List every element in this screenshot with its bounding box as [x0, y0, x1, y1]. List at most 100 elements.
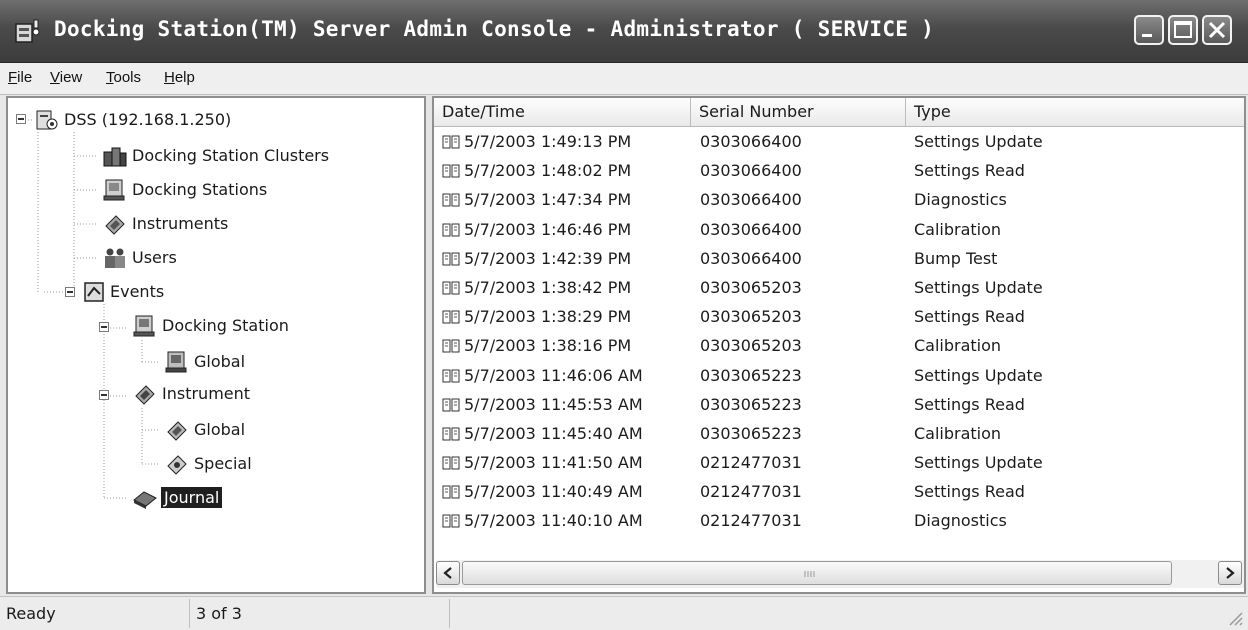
journal-book-icon: [442, 223, 460, 237]
scroll-right-button[interactable]: [1218, 561, 1242, 585]
journal-book-icon: [442, 193, 460, 207]
cell-type: Settings Update: [914, 277, 1043, 297]
server-icon: [36, 110, 58, 130]
minimize-icon: [1142, 34, 1152, 37]
journal-list[interactable]: Date/Time Serial Number Type 5/7/2003 1:…: [432, 96, 1246, 594]
table-row[interactable]: 5/7/2003 1:47:34 PM 0303066400 Diagnostics: [434, 186, 1244, 215]
tree-node-clusters[interactable]: Docking Station Clusters: [132, 146, 329, 165]
menu-tools[interactable]: Tools: [106, 69, 141, 86]
table-row[interactable]: 5/7/2003 11:45:40 AM 0303065223 Calibratio…: [434, 420, 1244, 449]
journal-book-icon: [442, 456, 460, 470]
tree-node-users[interactable]: Users: [132, 248, 177, 267]
app-window: Docking Station(TM) Server Admin Console…: [0, 0, 1248, 630]
cell-type: Settings Update: [914, 365, 1043, 385]
cell-datetime: 5/7/2003 1:38:42 PM: [464, 277, 632, 297]
menu-bar: File View Tools Help: [0, 63, 1248, 95]
cell-datetime: 5/7/2003 11:45:53 AM: [464, 394, 643, 414]
tree-node-docking-station[interactable]: Docking Station: [162, 316, 289, 335]
journal-book-icon: [442, 427, 460, 441]
cell-datetime: 5/7/2003 11:40:10 AM: [464, 511, 643, 531]
journal-book-icon: [442, 485, 460, 499]
cell-serial-number: 0303065203: [700, 277, 802, 297]
instrument-collapse-toggle[interactable]: [99, 390, 109, 400]
list-rows: 5/7/2003 1:49:13 PM 0303066400 Settings Up…: [434, 128, 1244, 537]
events-icon: [84, 282, 104, 302]
table-row[interactable]: 5/7/2003 1:46:46 PM 0303066400 Calibration: [434, 216, 1244, 245]
tree-node-root[interactable]: DSS (192.168.1.250): [64, 110, 231, 129]
cell-datetime: 5/7/2003 1:49:13 PM: [464, 132, 632, 151]
table-row[interactable]: 5/7/2003 1:42:39 PM 0303066400 Bump Test: [434, 245, 1244, 274]
table-row[interactable]: 5/7/2003 1:38:29 PM 0303065203 Settings Re…: [434, 303, 1244, 332]
close-button[interactable]: [1202, 15, 1232, 45]
journal-book-icon: [442, 252, 460, 266]
tree-node-instrument[interactable]: Instrument: [162, 384, 250, 403]
cell-serial-number: 0303066400: [700, 132, 802, 151]
cell-type: Settings Update: [914, 132, 1043, 151]
journal-book-icon: [442, 135, 460, 149]
cell-type: Calibration: [914, 423, 1002, 443]
special-icon: [167, 455, 187, 475]
minimize-button[interactable]: [1134, 15, 1164, 45]
cell-serial-number: 0212477031: [700, 511, 802, 531]
tree-node-inst-global[interactable]: Global: [194, 420, 245, 439]
tree-connector-lines: [22, 119, 160, 499]
cell-type: Settings Read: [914, 307, 1025, 327]
instrument-global-icon: [167, 421, 187, 441]
column-header-serial[interactable]: Serial Number: [691, 98, 906, 126]
menu-file[interactable]: File: [8, 69, 32, 86]
tree-node-events[interactable]: Events: [110, 282, 164, 301]
column-header-type[interactable]: Type: [906, 98, 1244, 126]
journal-book-icon: [442, 281, 460, 295]
table-row[interactable]: 5/7/2003 11:40:49 AM 0212477031 Settings R…: [434, 478, 1244, 507]
close-icon: [1208, 21, 1226, 39]
column-header-row: Date/Time Serial Number Type: [434, 98, 1244, 127]
cell-type: Calibration: [914, 219, 1002, 239]
tree-node-ds-global[interactable]: Global: [194, 352, 245, 371]
menu-view[interactable]: View: [50, 69, 82, 86]
cell-serial-number: 0212477031: [700, 482, 802, 502]
events-collapse-toggle[interactable]: [65, 287, 75, 297]
scroll-left-button[interactable]: [436, 561, 460, 585]
cell-serial-number: 0212477031: [700, 453, 802, 473]
grip-icon: [804, 571, 815, 577]
instrument-icon: [135, 385, 155, 405]
journal-book-icon: [442, 339, 460, 353]
scroll-thumb[interactable]: [462, 561, 1172, 585]
table-row[interactable]: 5/7/2003 11:45:53 AM 0303065223 Settings R…: [434, 391, 1244, 420]
journal-book-icon: [442, 310, 460, 324]
cell-type: Settings Update: [914, 453, 1043, 473]
clusters-icon: [103, 147, 127, 167]
table-row[interactable]: 5/7/2003 11:46:06 AM 0303065223 Settings U…: [434, 362, 1244, 391]
menu-help[interactable]: Help: [164, 69, 195, 86]
tree-node-docking-stations[interactable]: Docking Stations: [132, 180, 267, 199]
tree-node-special[interactable]: Special: [194, 454, 252, 473]
maximize-button[interactable]: [1168, 15, 1198, 45]
tree-node-journal[interactable]: Journal: [161, 487, 223, 508]
table-row[interactable]: 5/7/2003 1:48:02 PM 0303066400 Settings Re…: [434, 157, 1244, 186]
cell-serial-number: 0303065203: [700, 336, 802, 356]
horizontal-scrollbar[interactable]: [436, 560, 1244, 588]
table-row[interactable]: 5/7/2003 11:40:10 AM 0212477031 Diagnostic…: [434, 507, 1244, 536]
resize-grip-icon[interactable]: [1226, 609, 1244, 627]
table-row[interactable]: 5/7/2003 1:38:42 PM 0303065203 Settings Up…: [434, 274, 1244, 303]
column-header-datetime[interactable]: Date/Time: [434, 98, 691, 126]
table-row[interactable]: 5/7/2003 11:41:50 AM 0212477031 Settings U…: [434, 449, 1244, 478]
tree-node-instruments[interactable]: Instruments: [132, 214, 228, 233]
cell-serial-number: 0303065223: [700, 394, 802, 414]
users-icon: [105, 248, 125, 268]
status-text: Ready: [0, 599, 190, 628]
title-bar[interactable]: Docking Station(TM) Server Admin Console…: [0, 0, 1248, 63]
docking-station-collapse-toggle[interactable]: [99, 322, 109, 332]
status-count: 3 of 3: [190, 599, 450, 628]
cell-serial-number: 0303065203: [700, 307, 802, 327]
docking-stations-icon: [103, 179, 125, 201]
root-collapse-toggle[interactable]: [16, 114, 26, 124]
docking-station-global-icon: [165, 351, 187, 373]
table-row[interactable]: 5/7/2003 1:49:13 PM 0303066400 Settings Up…: [434, 128, 1244, 157]
table-row[interactable]: 5/7/2003 1:38:16 PM 0303065203 Calibration: [434, 332, 1244, 361]
cell-serial-number: 0303066400: [700, 161, 802, 181]
cell-type: Settings Read: [914, 161, 1025, 181]
docking-station-icon: [133, 315, 155, 337]
journal-icon: [133, 491, 157, 509]
tree-pane[interactable]: DSS (192.168.1.250) Docking Station Clus…: [6, 96, 426, 594]
